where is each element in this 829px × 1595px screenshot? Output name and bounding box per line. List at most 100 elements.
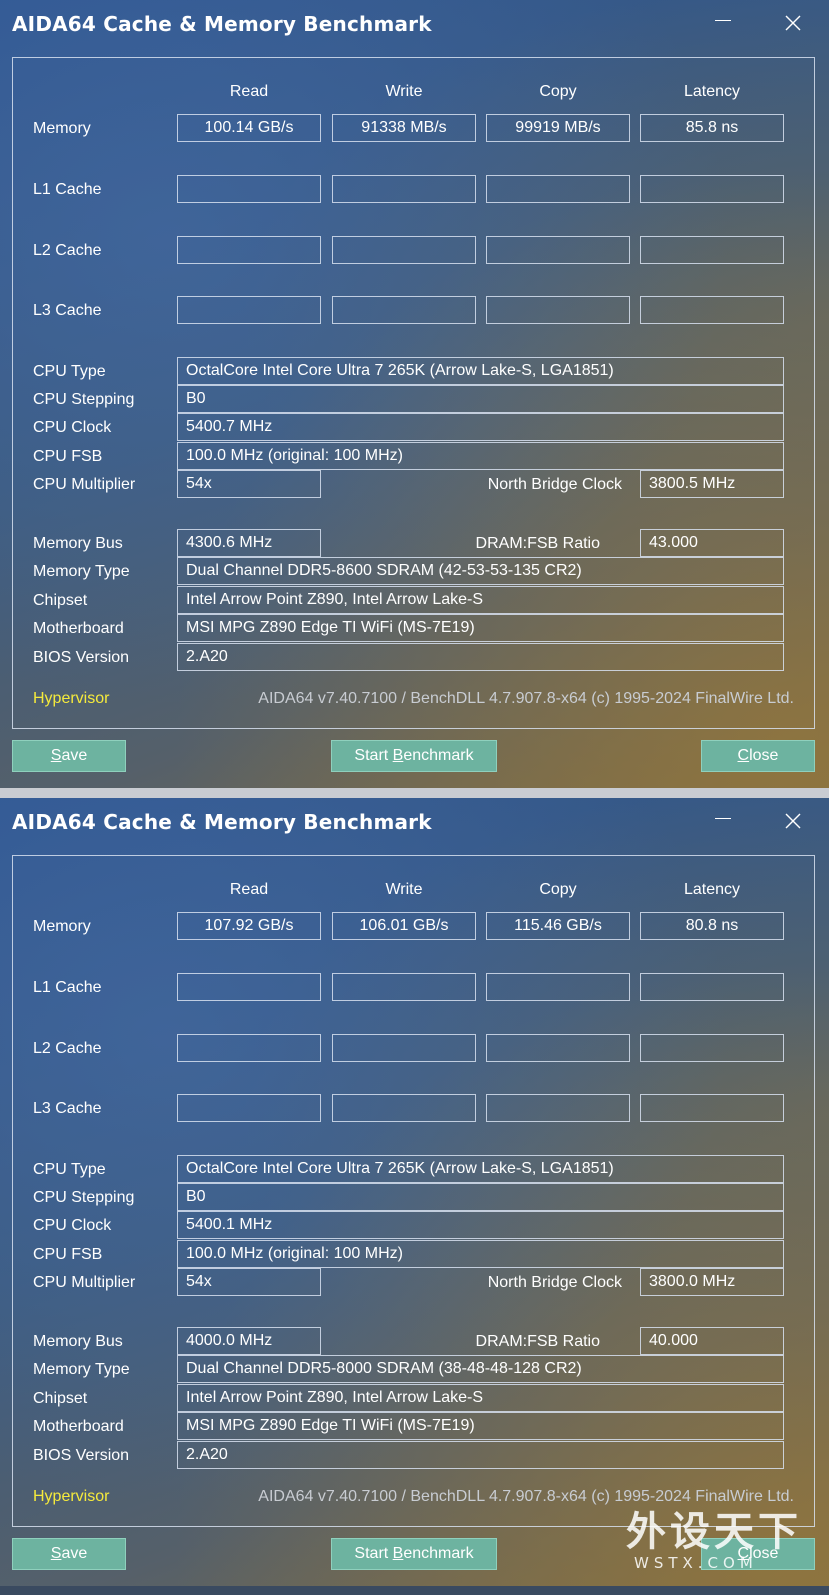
cpu-stepping-value: B0 bbox=[177, 1183, 784, 1211]
l2-read-value bbox=[177, 236, 321, 264]
start-benchmark-button[interactable]: Start Benchmark bbox=[331, 740, 497, 772]
window-close-button[interactable] bbox=[780, 10, 806, 36]
start-button-label-pre: Start bbox=[354, 747, 393, 764]
cpu-clock-value: 5400.1 MHz bbox=[177, 1211, 784, 1239]
l3-copy-value bbox=[486, 296, 630, 324]
cpu-fsb-value: 100.0 MHz (original: 100 MHz) bbox=[177, 1240, 784, 1268]
l2-write-value bbox=[332, 236, 476, 264]
bios-version-value: 2.A20 bbox=[177, 1441, 784, 1469]
column-header-write: Write bbox=[385, 83, 423, 100]
l1-cache-label: L1 Cache bbox=[33, 181, 102, 198]
save-button-hotkey: S bbox=[50, 747, 62, 764]
minimize-icon bbox=[715, 20, 731, 21]
memory-copy-value: 99919 MB/s bbox=[486, 114, 630, 142]
start-button-hotkey: B bbox=[392, 1545, 404, 1562]
memory-write-value: 91338 MB/s bbox=[332, 114, 476, 142]
l3-read-value bbox=[177, 1094, 321, 1122]
l1-copy-value bbox=[486, 973, 630, 1001]
start-button-label-post: enchmark bbox=[403, 747, 474, 764]
cpu-type-value: OctalCore Intel Core Ultra 7 265K (Arrow… bbox=[177, 357, 784, 385]
start-button-hotkey: B bbox=[392, 747, 404, 764]
l2-read-value bbox=[177, 1034, 321, 1062]
window-close-button[interactable] bbox=[780, 808, 806, 834]
save-button[interactable]: Save bbox=[12, 740, 126, 772]
dram-fsb-ratio-value: 40.000 bbox=[640, 1327, 784, 1355]
title-bar: AIDA64 Cache & Memory Benchmark bbox=[0, 798, 829, 848]
benchmark-window-2: AIDA64 Cache & Memory Benchmark Read Wri… bbox=[0, 798, 829, 1586]
cpu-clock-label: CPU Clock bbox=[33, 1217, 112, 1234]
column-header-copy: Copy bbox=[539, 881, 577, 898]
close-button[interactable]: Close bbox=[701, 1538, 815, 1570]
version-text: AIDA64 v7.40.7100 / BenchDLL 4.7.907.8-x… bbox=[258, 1488, 794, 1505]
l3-cache-label: L3 Cache bbox=[33, 302, 102, 319]
motherboard-label: Motherboard bbox=[33, 1418, 124, 1435]
memory-bus-label: Memory Bus bbox=[33, 535, 123, 552]
l1-latency-value bbox=[640, 973, 784, 1001]
l3-latency-value bbox=[640, 1094, 784, 1122]
cpu-multiplier-label: CPU Multiplier bbox=[33, 1274, 136, 1291]
minimize-icon bbox=[715, 818, 731, 819]
cpu-clock-value: 5400.7 MHz bbox=[177, 413, 784, 441]
memory-row-label: Memory bbox=[33, 120, 91, 137]
close-button-hotkey: C bbox=[737, 747, 750, 764]
memory-type-value: Dual Channel DDR5-8000 SDRAM (38-48-48-1… bbox=[177, 1355, 784, 1383]
l1-write-value bbox=[332, 973, 476, 1001]
cpu-clock-label: CPU Clock bbox=[33, 419, 112, 436]
l1-copy-value bbox=[486, 175, 630, 203]
memory-latency-value: 85.8 ns bbox=[640, 114, 784, 142]
north-bridge-clock-label: North Bridge Clock bbox=[487, 476, 622, 493]
column-header-latency: Latency bbox=[683, 881, 741, 898]
save-button[interactable]: Save bbox=[12, 1538, 126, 1570]
bios-version-value: 2.A20 bbox=[177, 643, 784, 671]
l3-latency-value bbox=[640, 296, 784, 324]
save-button-label-post: ave bbox=[61, 747, 88, 764]
cpu-type-label: CPU Type bbox=[33, 363, 106, 380]
memory-write-value: 106.01 GB/s bbox=[332, 912, 476, 940]
memory-copy-value: 115.46 GB/s bbox=[486, 912, 630, 940]
dram-fsb-ratio-value: 43.000 bbox=[640, 529, 784, 557]
memory-type-label: Memory Type bbox=[33, 1361, 130, 1378]
close-button-label-post: lose bbox=[749, 747, 779, 764]
cpu-type-label: CPU Type bbox=[33, 1161, 106, 1178]
hypervisor-label: Hypervisor bbox=[33, 690, 110, 707]
cpu-multiplier-value: 54x bbox=[177, 1268, 321, 1296]
hypervisor-label: Hypervisor bbox=[33, 1488, 110, 1505]
cpu-multiplier-label: CPU Multiplier bbox=[33, 476, 136, 493]
l1-read-value bbox=[177, 175, 321, 203]
save-button-hotkey: S bbox=[50, 1545, 62, 1562]
l2-cache-label: L2 Cache bbox=[33, 1040, 102, 1057]
chipset-value: Intel Arrow Point Z890, Intel Arrow Lake… bbox=[177, 586, 784, 614]
benchmark-panel: Read Write Copy Latency Memory 107.92 GB… bbox=[12, 855, 815, 1527]
dram-fsb-ratio-label: DRAM:FSB Ratio bbox=[475, 1333, 600, 1350]
close-button[interactable]: Close bbox=[701, 740, 815, 772]
column-header-read: Read bbox=[229, 83, 269, 100]
minimize-button[interactable] bbox=[710, 808, 736, 834]
cpu-stepping-value: B0 bbox=[177, 385, 784, 413]
memory-latency-value: 80.8 ns bbox=[640, 912, 784, 940]
start-benchmark-button[interactable]: Start Benchmark bbox=[331, 1538, 497, 1570]
window-title: AIDA64 Cache & Memory Benchmark bbox=[12, 12, 432, 36]
window-title: AIDA64 Cache & Memory Benchmark bbox=[12, 810, 432, 834]
north-bridge-clock-value: 3800.5 MHz bbox=[640, 470, 784, 498]
l1-cache-label: L1 Cache bbox=[33, 979, 102, 996]
memory-type-label: Memory Type bbox=[33, 563, 130, 580]
memory-bus-label: Memory Bus bbox=[33, 1333, 123, 1350]
north-bridge-clock-value: 3800.0 MHz bbox=[640, 1268, 784, 1296]
l2-write-value bbox=[332, 1034, 476, 1062]
start-button-label-pre: Start bbox=[354, 1545, 393, 1562]
chipset-label: Chipset bbox=[33, 592, 88, 609]
l3-cache-label: L3 Cache bbox=[33, 1100, 102, 1117]
cpu-fsb-label: CPU FSB bbox=[33, 1246, 103, 1263]
l1-write-value bbox=[332, 175, 476, 203]
memory-row-label: Memory bbox=[33, 918, 91, 935]
memory-type-value: Dual Channel DDR5-8600 SDRAM (42-53-53-1… bbox=[177, 557, 784, 585]
column-header-latency: Latency bbox=[683, 83, 741, 100]
cpu-stepping-label: CPU Stepping bbox=[33, 391, 135, 408]
minimize-button[interactable] bbox=[710, 10, 736, 36]
chipset-value: Intel Arrow Point Z890, Intel Arrow Lake… bbox=[177, 1384, 784, 1412]
cpu-fsb-value: 100.0 MHz (original: 100 MHz) bbox=[177, 442, 784, 470]
l2-copy-value bbox=[486, 1034, 630, 1062]
l3-copy-value bbox=[486, 1094, 630, 1122]
motherboard-value: MSI MPG Z890 Edge TI WiFi (MS-7E19) bbox=[177, 1412, 784, 1440]
north-bridge-clock-label: North Bridge Clock bbox=[487, 1274, 622, 1291]
